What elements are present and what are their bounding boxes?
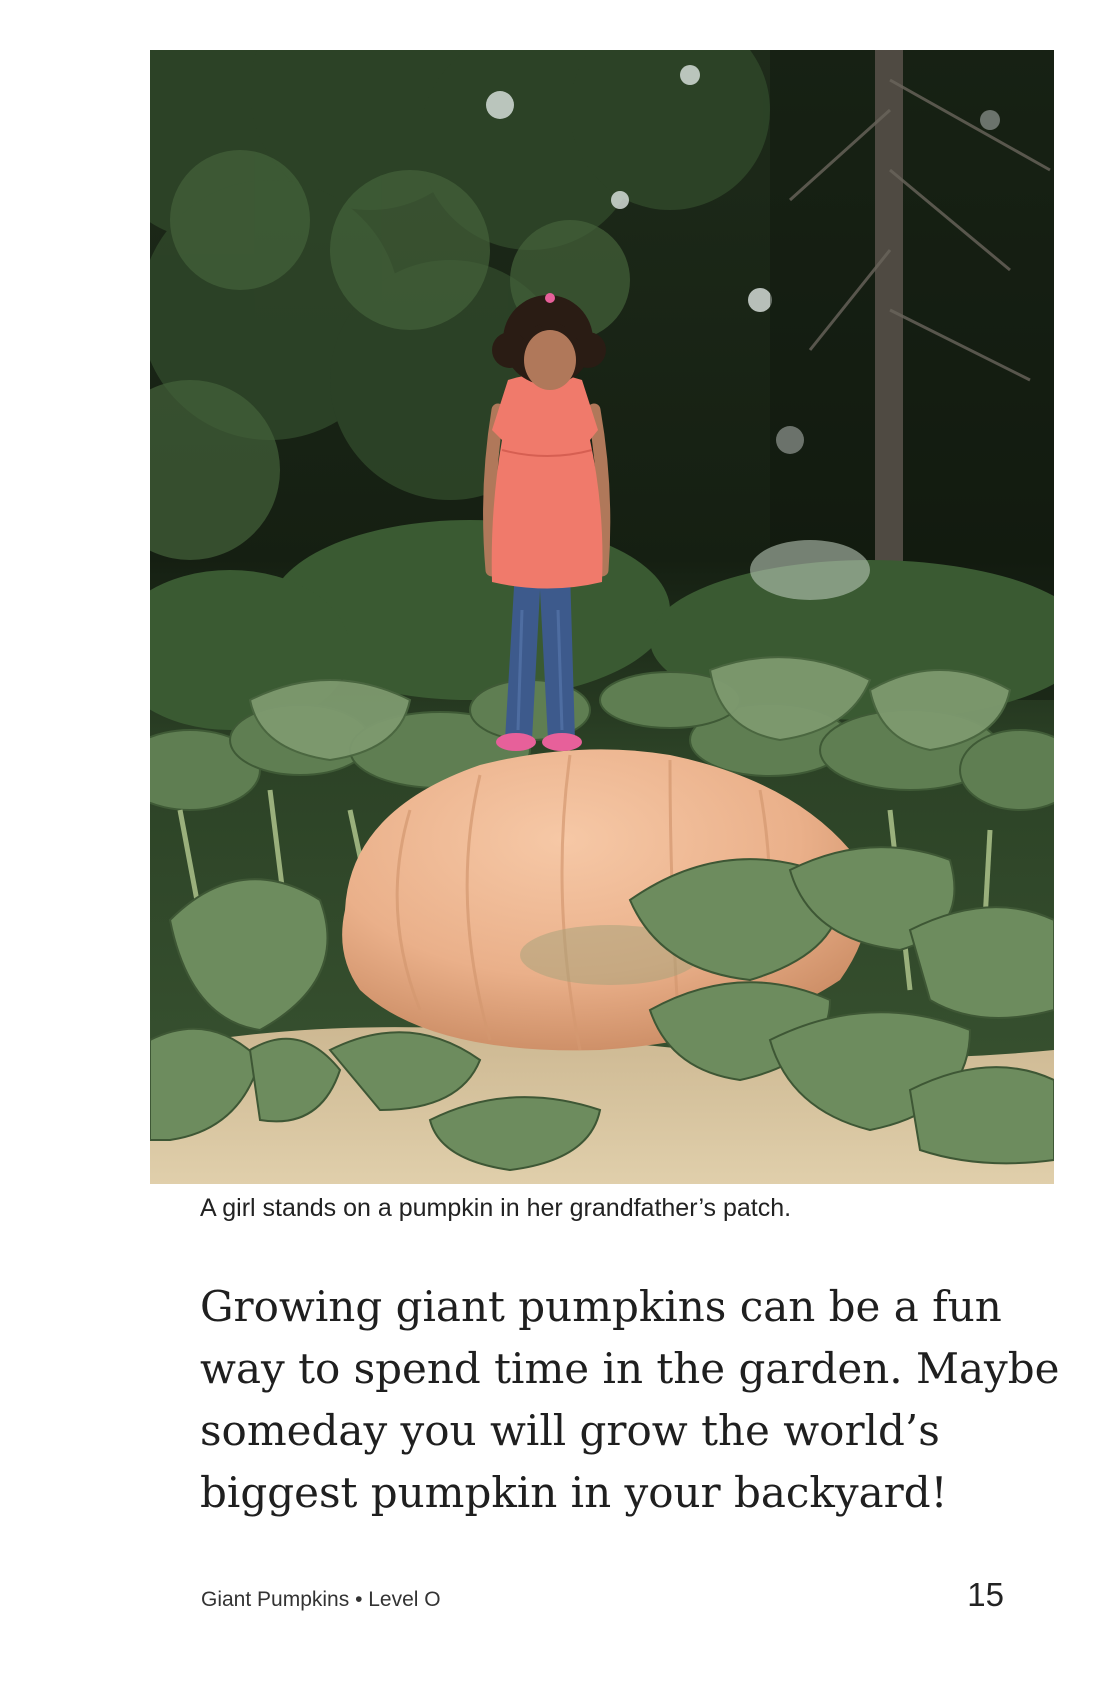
body-line: someday you will grow the world’s (200, 1406, 940, 1455)
body-line: way to spend time in the garden. Maybe (200, 1344, 1060, 1393)
page-number: 15 (967, 1576, 1004, 1613)
photo-caption: A girl stands on a pumpkin in her grandf… (200, 1194, 792, 1222)
body-line: Growing giant pumpkins can be a fun (200, 1282, 1002, 1331)
garden-photo (150, 50, 1054, 1184)
body-paragraph: Growing giant pumpkins can be a fun way … (200, 1276, 1080, 1524)
body-line: biggest pumpkin in your backyard! (200, 1468, 948, 1517)
book-title-footer: Giant Pumpkins • Level O (201, 1588, 441, 1611)
